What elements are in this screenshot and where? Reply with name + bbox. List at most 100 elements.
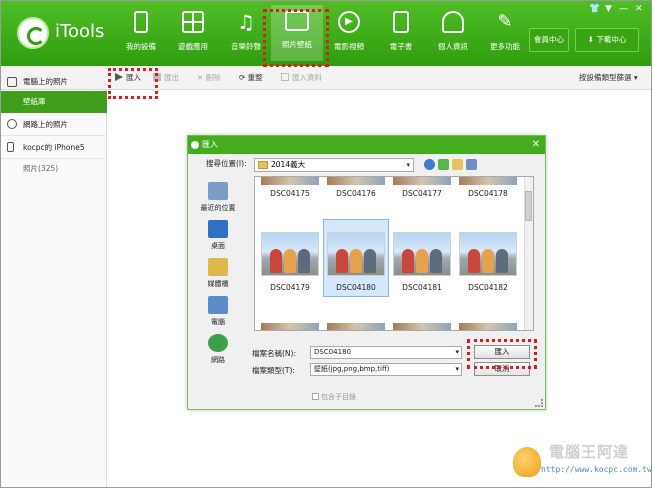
delete-icon: ✕ (197, 73, 206, 82)
nav-ebooks[interactable]: 電子書 (375, 5, 427, 61)
picture-icon (285, 11, 309, 31)
file-thumbnail (393, 323, 451, 330)
file-name[interactable]: DSC04177 (390, 189, 454, 198)
chevron-down-icon: ▾ (455, 348, 459, 356)
file-item[interactable]: DSC04179 (257, 219, 323, 297)
checkbox-box (312, 393, 319, 400)
desktop-icon (208, 220, 228, 238)
sidebar-device[interactable]: kocpc的 iPhone5 (1, 136, 107, 159)
nav-my-device[interactable]: 我的設備 (115, 5, 167, 61)
sidebar-item-wallpaper[interactable]: 壁紙庫 (1, 91, 107, 113)
view-menu-icon[interactable] (466, 159, 477, 170)
import-folder-button[interactable]: 匯入資料 (281, 72, 322, 83)
file-name[interactable]: DSC04176 (324, 189, 388, 198)
download-center-button[interactable]: ⬇ 下載中心 (575, 28, 639, 52)
nav-music-ringtones[interactable]: ♫ 音樂鈴聲 (220, 5, 272, 61)
file-name: DSC04180 (336, 283, 376, 292)
up-folder-icon[interactable] (438, 159, 449, 170)
refresh-button[interactable]: ⟳ 重整 (239, 72, 263, 83)
file-thumbnail (327, 177, 385, 185)
import-label: 匯入 (126, 73, 141, 82)
refresh-label: 重整 (247, 73, 263, 82)
look-in-label: 搜尋位置(I): (206, 159, 247, 168)
file-item-selected[interactable]: DSC04180 (323, 219, 389, 297)
filetype-dropdown[interactable]: 壁紙(jpg,png,bmp,tiff) ▾ (310, 363, 462, 376)
device-icon (7, 142, 14, 152)
nav-label: 照片壁紙 (282, 40, 312, 49)
globe-icon (7, 119, 17, 129)
file-name[interactable]: DSC04178 (456, 189, 520, 198)
file-name[interactable]: DSC04175 (258, 189, 322, 198)
place-libraries[interactable]: 媒體櫃 (196, 258, 240, 289)
device-filter-dropdown[interactable]: 按設備類型篩選 ▾ (579, 72, 638, 83)
dialog-close-button[interactable]: ✕ (532, 136, 540, 154)
back-icon[interactable] (424, 159, 435, 170)
file-item[interactable]: DSC04182 (455, 219, 521, 297)
file-name: DSC04179 (270, 283, 310, 292)
filetype-label: 檔案類型(T): (252, 366, 295, 375)
look-in-dropdown[interactable]: 2014義大 ▾ (254, 158, 414, 172)
place-computer[interactable]: 電腦 (196, 296, 240, 327)
new-folder-icon[interactable] (452, 159, 463, 170)
dialog-cancel-button[interactable]: 取消 (474, 362, 530, 376)
nav-personal-info[interactable]: 個人資訊 (427, 5, 479, 61)
libraries-icon (208, 258, 228, 276)
header-bar: iTools 我的設備 遊戲應用 ♫ 音樂鈴聲 照片壁紙 ▶ 電影視頻 電子書 … (1, 1, 651, 66)
resize-grip[interactable] (535, 399, 543, 407)
nav-photos-wallpapers[interactable]: 照片壁紙 (271, 5, 323, 61)
include-subdirs-checkbox[interactable]: 包含子目錄 (312, 392, 356, 402)
nav-label: 電子書 (389, 42, 413, 51)
download-center-label: 下載中心 (596, 35, 627, 44)
nav-label: 個人資訊 (438, 42, 468, 51)
nav-label: 電影視頻 (334, 42, 364, 51)
dialog-import-button[interactable]: 匯入 (474, 345, 530, 359)
delete-button[interactable]: ✕ 刪除 (197, 72, 221, 83)
file-thumbnail (261, 232, 319, 276)
dialog-app-icon (191, 141, 199, 149)
watermark-logo-icon (513, 447, 541, 477)
place-label: 電腦 (211, 318, 225, 326)
sidebar-web-photos[interactable]: 網路上的照片 (1, 113, 107, 136)
file-thumbnail (327, 232, 385, 276)
skin-icon[interactable]: 👕 (589, 4, 600, 14)
nav-more-features[interactable]: ✎ 更多功能 (479, 5, 531, 61)
place-recent[interactable]: 最近的位置 (196, 182, 240, 213)
close-button[interactable]: ✕ (635, 4, 643, 14)
file-thumbnail (393, 232, 451, 276)
filename-value: DSC04180 (314, 348, 351, 356)
filename-input[interactable]: DSC04180 ▾ (310, 346, 462, 359)
phone-icon (134, 11, 148, 33)
minimize-button[interactable]: — (619, 4, 628, 14)
music-note-icon: ♫ (237, 10, 255, 34)
file-thumbnail (459, 232, 517, 276)
nav-movies-videos[interactable]: ▶ 電影視頻 (323, 5, 375, 61)
menu-dropdown-icon[interactable]: ▼ (605, 4, 612, 14)
file-thumbnail (393, 177, 451, 185)
member-center-button[interactable]: 會員中心 (529, 28, 569, 52)
sidebar-item-photos[interactable]: 照片(325) (1, 158, 107, 180)
wrench-icon: ✎ (497, 11, 513, 32)
file-list[interactable]: DSC04175 DSC04176 DSC04177 DSC04178 DSC0… (254, 176, 534, 331)
file-item[interactable]: DSC04181 (389, 219, 455, 297)
folder-icon (258, 161, 268, 169)
import-button[interactable]: 匯入 (115, 72, 141, 83)
refresh-icon: ⟳ (239, 73, 248, 82)
sidebar-pc-photos[interactable]: 電腦上的照片 (1, 74, 107, 90)
scrollbar-thumb[interactable] (525, 191, 532, 221)
place-network[interactable]: 網路 (196, 334, 240, 365)
apps-grid-icon (182, 11, 204, 33)
play-circle-icon: ▶ (338, 11, 360, 33)
place-label: 桌面 (211, 242, 225, 250)
dialog-title: 匯入 (188, 136, 545, 154)
export-button[interactable]: 匯出 (153, 72, 179, 83)
vertical-scrollbar[interactable] (524, 177, 533, 330)
folder-import-icon (281, 73, 289, 81)
chevron-down-icon: ▾ (406, 161, 410, 169)
filename-label: 檔案名稱(N): (252, 349, 296, 358)
delete-label: 刪除 (205, 73, 221, 82)
nav-games-apps[interactable]: 遊戲應用 (167, 5, 219, 61)
import-dialog: 匯入 ✕ 搜尋位置(I): 2014義大 ▾ 最近的位置 桌面 媒體櫃 電腦 網… (187, 135, 546, 410)
watermark: 電腦王阿達 http://www.kocpc.com.tw (511, 441, 651, 483)
place-desktop[interactable]: 桌面 (196, 220, 240, 251)
file-thumbnail (459, 177, 517, 185)
